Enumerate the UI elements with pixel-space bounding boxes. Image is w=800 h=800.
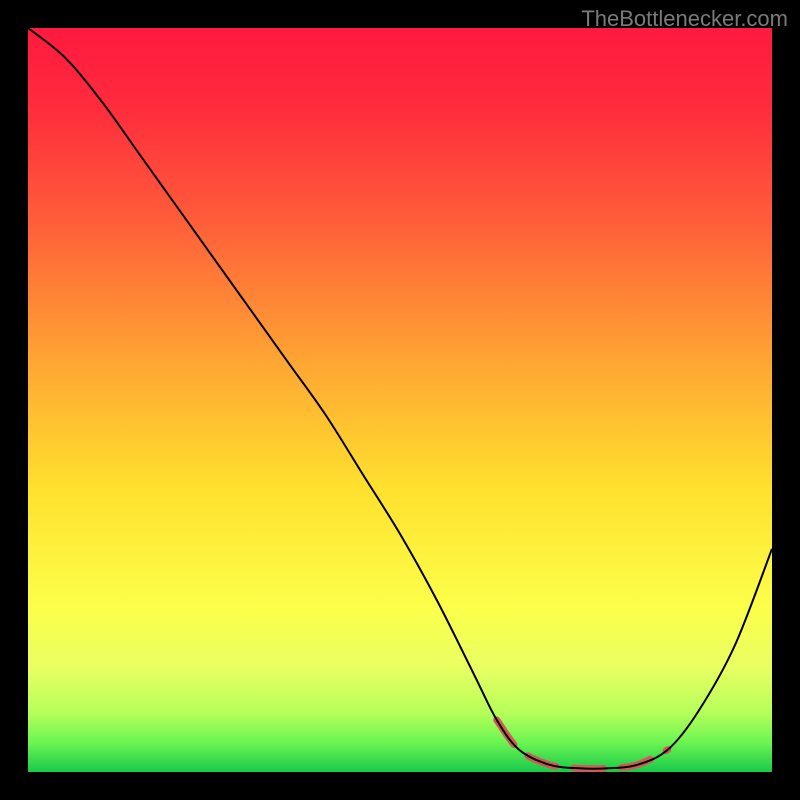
optimal-band-dash <box>497 720 668 769</box>
curve-layer <box>28 28 772 772</box>
bottleneck-curve <box>28 28 772 769</box>
plot-area <box>28 28 772 772</box>
watermark-text: TheBottlenecker.com <box>581 6 788 32</box>
